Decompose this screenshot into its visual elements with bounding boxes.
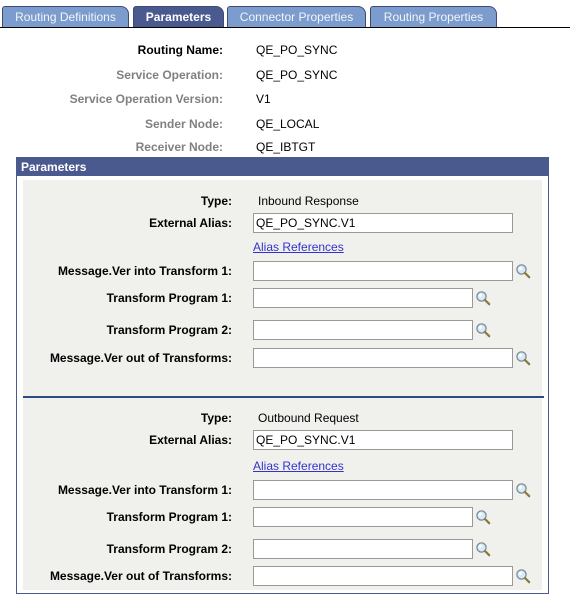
- tab-bar: Routing Definitions Parameters Connector…: [0, 0, 570, 28]
- msg-into-transform-row: Message.Ver into Transform 1:: [23, 480, 542, 500]
- parameters-group: Parameters Type: Inbound Response Extern…: [16, 157, 549, 594]
- external-alias-input[interactable]: [253, 213, 513, 233]
- receiver-node-value: QE_IBTGT: [256, 140, 316, 154]
- type-row: Type: Inbound Response: [23, 191, 542, 211]
- msg-out-transforms-row: Message.Ver out of Transforms:: [23, 348, 542, 368]
- receiver-node-row: Receiver Node: QE_IBTGT: [0, 140, 570, 156]
- transform-program-2-row: Transform Program 2:: [23, 539, 542, 559]
- tab-routing-definitions[interactable]: Routing Definitions: [2, 6, 129, 27]
- routing-name-label: Routing Name:: [137, 43, 223, 57]
- external-alias-label: External Alias:: [149, 433, 232, 447]
- msg-into-transform-input[interactable]: [253, 261, 513, 281]
- external-alias-row: External Alias:: [23, 430, 542, 450]
- transform-program-1-label: Transform Program 1:: [106, 510, 232, 524]
- tab-parameters[interactable]: Parameters: [133, 6, 224, 27]
- section-divider: [23, 396, 544, 398]
- magnifier-lookup-icon[interactable]: [475, 290, 491, 306]
- service-operation-label: Service Operation:: [116, 68, 223, 82]
- sender-node-value: QE_LOCAL: [256, 117, 320, 131]
- transform-program-2-label: Transform Program 2:: [106, 542, 232, 556]
- external-alias-row: External Alias:: [23, 213, 542, 233]
- magnifier-lookup-icon[interactable]: [475, 322, 491, 338]
- transform-program-2-input[interactable]: [253, 320, 473, 340]
- type-value: Inbound Response: [258, 194, 359, 208]
- sender-node-label: Sender Node:: [144, 117, 223, 131]
- msg-into-transform-row: Message.Ver into Transform 1:: [23, 261, 542, 281]
- transform-program-2-row: Transform Program 2:: [23, 320, 542, 340]
- alias-references-row: Alias References: [23, 456, 542, 476]
- transform-program-1-row: Transform Program 1:: [23, 288, 542, 308]
- outbound-request-section: Type: Outbound Request External Alias: A…: [23, 400, 542, 590]
- magnifier-lookup-icon[interactable]: [475, 541, 491, 557]
- type-value: Outbound Request: [258, 411, 359, 425]
- receiver-node-label: Receiver Node:: [135, 140, 223, 154]
- msg-out-transforms-input[interactable]: [253, 348, 513, 368]
- transform-program-2-input[interactable]: [253, 539, 473, 559]
- magnifier-lookup-icon[interactable]: [475, 509, 491, 525]
- magnifier-lookup-icon[interactable]: [515, 568, 531, 584]
- type-label: Type:: [200, 194, 232, 208]
- tab-routing-properties[interactable]: Routing Properties: [370, 6, 497, 27]
- magnifier-lookup-icon[interactable]: [515, 263, 531, 279]
- parameters-group-title: Parameters: [17, 158, 548, 176]
- inbound-response-section: Type: Inbound Response External Alias: A…: [23, 180, 542, 406]
- transform-program-2-label: Transform Program 2:: [106, 323, 232, 337]
- sender-node-row: Sender Node: QE_LOCAL: [0, 117, 570, 133]
- service-operation-version-label: Service Operation Version:: [69, 92, 223, 106]
- transform-program-1-label: Transform Program 1:: [106, 291, 232, 305]
- msg-into-transform-label: Message.Ver into Transform 1:: [57, 483, 232, 497]
- msg-into-transform-label: Message.Ver into Transform 1:: [57, 264, 232, 278]
- msg-out-transforms-label: Message.Ver out of Transforms:: [49, 351, 232, 365]
- alias-references-link[interactable]: Alias References: [253, 240, 344, 254]
- tab-connector-properties[interactable]: Connector Properties: [227, 6, 366, 27]
- type-label: Type:: [200, 411, 232, 425]
- external-alias-input[interactable]: [253, 430, 513, 450]
- msg-out-transforms-row: Message.Ver out of Transforms:: [23, 566, 542, 586]
- msg-out-transforms-input[interactable]: [253, 566, 513, 586]
- msg-into-transform-input[interactable]: [253, 480, 513, 500]
- transform-program-1-input[interactable]: [253, 507, 473, 527]
- magnifier-lookup-icon[interactable]: [515, 350, 531, 366]
- service-operation-version-row: Service Operation Version: V1: [0, 92, 570, 108]
- service-operation-row: Service Operation: QE_PO_SYNC: [0, 68, 570, 84]
- external-alias-label: External Alias:: [149, 216, 232, 230]
- alias-references-link[interactable]: Alias References: [253, 459, 344, 473]
- service-operation-value: QE_PO_SYNC: [256, 68, 338, 82]
- transform-program-1-row: Transform Program 1:: [23, 507, 542, 527]
- routing-name-row: Routing Name: QE_PO_SYNC: [0, 43, 570, 59]
- msg-out-transforms-label: Message.Ver out of Transforms:: [49, 569, 232, 583]
- alias-references-row: Alias References: [23, 237, 542, 257]
- tab-baseline: [0, 27, 570, 28]
- magnifier-lookup-icon[interactable]: [515, 482, 531, 498]
- type-row: Type: Outbound Request: [23, 408, 542, 428]
- service-operation-version-value: V1: [256, 92, 271, 106]
- routing-name-value: QE_PO_SYNC: [256, 43, 338, 57]
- transform-program-1-input[interactable]: [253, 288, 473, 308]
